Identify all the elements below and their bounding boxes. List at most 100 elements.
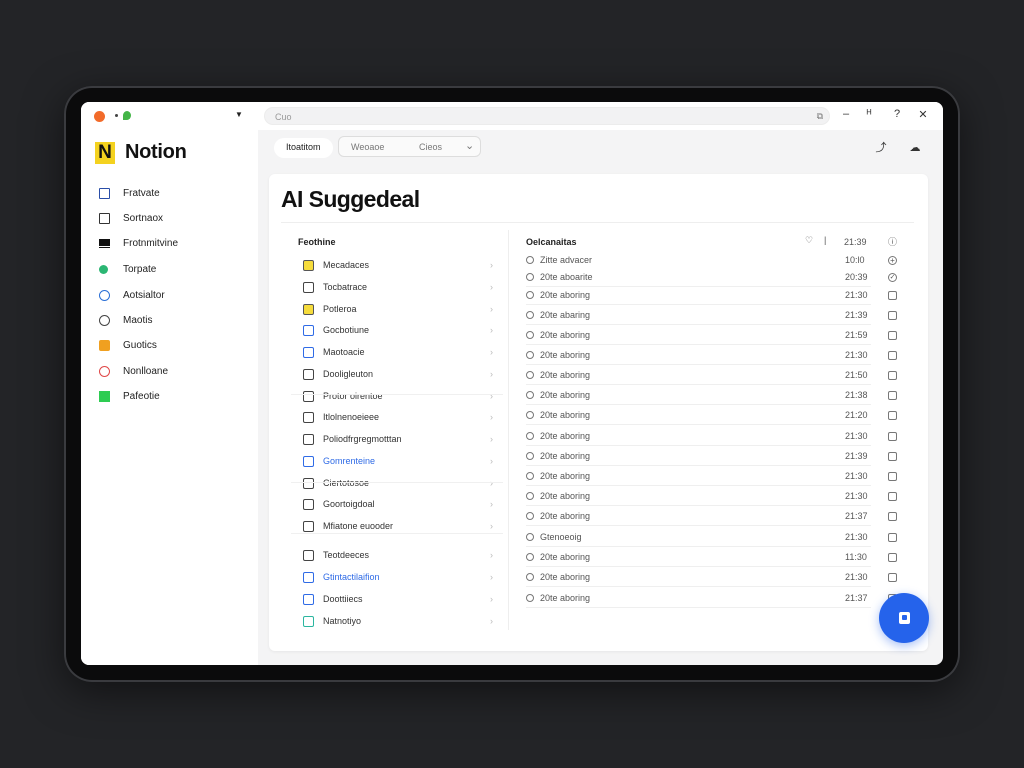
- suggestion-row[interactable]: 20te aboring 21:30: [526, 287, 906, 305]
- feature-row[interactable]: Dooligleuton ›: [303, 365, 493, 383]
- radio-icon[interactable]: [526, 452, 534, 460]
- feature-row[interactable]: Tocbatrace ›: [303, 278, 493, 296]
- feature-row[interactable]: Maotoacie ›: [303, 343, 493, 361]
- checkbox-icon[interactable]: [888, 432, 897, 441]
- restore-button[interactable]: ᴴ: [862, 108, 876, 120]
- suggestion-row[interactable]: 20te aboring 21:20: [526, 407, 906, 425]
- sidebar-item[interactable]: Fratvate: [99, 184, 160, 202]
- suggestion-row[interactable]: 20te aboring 21:39: [526, 448, 906, 466]
- feature-row[interactable]: Itlolnenoeieee ›: [303, 408, 493, 426]
- info-icon[interactable]: ⓘ: [888, 235, 897, 248]
- sidebar-item[interactable]: Aotsialtor: [99, 286, 165, 304]
- feature-row[interactable]: Gomrenteine ›: [303, 452, 493, 470]
- checkbox-icon[interactable]: [888, 492, 897, 501]
- suggestion-row[interactable]: 20te aboring 21:30: [526, 488, 906, 506]
- suggestion-row[interactable]: 20te aboring 21:30: [526, 468, 906, 486]
- radio-icon[interactable]: [526, 472, 534, 480]
- radio-icon[interactable]: [526, 256, 534, 264]
- radio-icon[interactable]: [526, 432, 534, 440]
- radio-icon[interactable]: [526, 411, 534, 419]
- feature-row[interactable]: Protor oirentoe ›: [303, 387, 493, 405]
- sidebar-item[interactable]: Frotnmitvine: [99, 234, 178, 252]
- sidebar-item[interactable]: Maotis: [99, 311, 152, 329]
- radio-icon[interactable]: [526, 573, 534, 581]
- check-icon[interactable]: ✓: [888, 273, 897, 282]
- feature-row[interactable]: Teotdeeces ›: [303, 546, 493, 564]
- app-logo[interactable]: N Notion: [95, 141, 187, 164]
- radio-icon[interactable]: [526, 311, 534, 319]
- checkbox-icon[interactable]: [888, 331, 897, 340]
- tab-main[interactable]: Itoatitom: [274, 138, 333, 158]
- radio-icon[interactable]: [526, 391, 534, 399]
- suggestion-row[interactable]: 20te aboring 21:38: [526, 387, 906, 405]
- radio-icon[interactable]: [526, 331, 534, 339]
- leaf-icon[interactable]: [123, 111, 131, 120]
- minimize-button[interactable]: –: [839, 108, 853, 120]
- radio-icon[interactable]: [526, 291, 534, 299]
- feature-row[interactable]: Gocbotiune ›: [303, 321, 493, 339]
- checkbox-icon[interactable]: [888, 351, 897, 360]
- suggestion-row[interactable]: 20te aboarite 20:39 ✓: [526, 269, 906, 287]
- url-bar[interactable]: Cuo ⧉: [264, 107, 830, 125]
- radio-icon[interactable]: [526, 512, 534, 520]
- feature-icon: [303, 571, 314, 583]
- radio-icon[interactable]: [526, 351, 534, 359]
- checkbox-icon[interactable]: [888, 311, 897, 320]
- suggestion-row[interactable]: 20te aboring 21:37: [526, 508, 906, 526]
- suggestion-row[interactable]: 20te aboring 21:30: [526, 347, 906, 365]
- chevron-right-icon: ›: [490, 391, 493, 401]
- sidebar-item[interactable]: Guotics: [99, 336, 157, 354]
- checkbox-icon[interactable]: [888, 472, 897, 481]
- suggestion-row[interactable]: Gtenoeoig 21:30: [526, 529, 906, 547]
- sidebar-item[interactable]: Pafeotie: [99, 387, 160, 405]
- share-icon[interactable]: ⤴: [874, 141, 888, 155]
- square-icon: [99, 212, 110, 224]
- checkbox-icon[interactable]: [888, 452, 897, 461]
- radio-icon[interactable]: [526, 553, 534, 561]
- menu-caret-icon[interactable]: ▼: [235, 110, 243, 119]
- suggestion-row[interactable]: 20te abaring 21:39: [526, 307, 906, 325]
- sidebar-item[interactable]: Sortnaox: [99, 209, 163, 227]
- sidebar-item[interactable]: Torpate: [99, 260, 156, 278]
- checkbox-icon[interactable]: [888, 553, 897, 562]
- suggestion-row[interactable]: 20te aboring 11:30: [526, 549, 906, 567]
- checkbox-icon[interactable]: [888, 391, 897, 400]
- checkbox-icon[interactable]: [888, 371, 897, 380]
- checkbox-icon[interactable]: [888, 291, 897, 300]
- browser-favicon-icon[interactable]: [94, 111, 105, 122]
- filter-select[interactable]: Weoaoe Cieos ⌄: [338, 136, 481, 157]
- feature-row[interactable]: Doottiiecs ›: [303, 590, 493, 608]
- radio-icon[interactable]: [526, 594, 534, 602]
- suggestion-row[interactable]: Zitte advacer 10:l0 +: [526, 252, 906, 270]
- cloud-icon[interactable]: ☁: [908, 141, 922, 155]
- suggestion-row[interactable]: 20te aboring 21:30: [526, 428, 906, 446]
- sidebar-item[interactable]: Nonlloane: [99, 362, 168, 380]
- close-button[interactable]: ✕: [916, 108, 930, 121]
- plus-icon[interactable]: +: [888, 256, 897, 265]
- radio-icon[interactable]: [526, 492, 534, 500]
- suggestion-row[interactable]: 20te aboring 21:59: [526, 327, 906, 345]
- suggestion-row[interactable]: 20te aboring 21:30: [526, 569, 906, 587]
- checkbox-icon[interactable]: [888, 512, 897, 521]
- copy-icon[interactable]: ⧉: [817, 111, 823, 122]
- feature-row[interactable]: Mecadaces ›: [303, 256, 493, 274]
- checkbox-icon[interactable]: [888, 573, 897, 582]
- radio-icon[interactable]: [526, 273, 534, 281]
- feature-row[interactable]: Potleroa ›: [303, 300, 493, 318]
- chevron-right-icon: ›: [490, 499, 493, 509]
- suggestion-row[interactable]: 20te aboring 21:37: [526, 590, 906, 608]
- bookmark-icon[interactable]: ▯: [938, 141, 943, 155]
- heart-icon[interactable]: ♡: [805, 235, 813, 246]
- checkbox-icon[interactable]: [888, 411, 897, 420]
- feature-row[interactable]: Gtintactilaifion ›: [303, 568, 493, 586]
- feature-row[interactable]: Poliodfrgregmotttan ›: [303, 430, 493, 448]
- feature-row[interactable]: Goortoigdoal ›: [303, 495, 493, 513]
- radio-icon[interactable]: [526, 533, 534, 541]
- checkbox-icon[interactable]: [888, 533, 897, 542]
- radio-icon[interactable]: [526, 371, 534, 379]
- help-button[interactable]: ?: [890, 108, 904, 120]
- feature-row[interactable]: Ciertotosoe ›: [303, 474, 493, 492]
- suggestion-row[interactable]: 20te aboring 21:50: [526, 367, 906, 385]
- feature-row[interactable]: Natnotiyo ›: [303, 612, 493, 630]
- floating-action-button[interactable]: [879, 593, 929, 643]
